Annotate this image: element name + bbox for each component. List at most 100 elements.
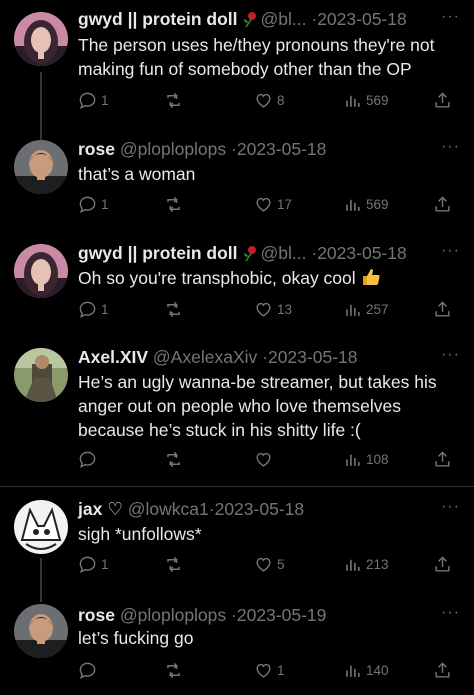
more-options-icon[interactable]: ··· <box>441 242 460 260</box>
avatar[interactable] <box>14 12 68 66</box>
share-icon <box>433 91 452 110</box>
reply-button[interactable] <box>78 658 101 682</box>
timestamp[interactable]: 2023-05-18 <box>317 9 407 29</box>
display-name[interactable]: gwyd || protein doll <box>78 9 238 29</box>
reply-icon <box>78 450 97 469</box>
display-name[interactable]: jax ♡ <box>78 499 123 519</box>
reply-button[interactable]: 1 <box>78 297 109 321</box>
views-button[interactable]: 140 <box>343 658 389 682</box>
tweet-actions: 1 140 <box>78 658 458 682</box>
tweet[interactable]: gwyd || protein doll @bl... ·2023-05-18 ·… <box>0 8 474 140</box>
handle[interactable]: @lowkca1 <box>128 499 209 519</box>
tweet[interactable]: rose @ploploplops ·2023-05-18 ··· that’s… <box>0 138 474 230</box>
like-button[interactable]: 13 <box>254 297 292 321</box>
views-icon <box>343 91 362 110</box>
thread-line <box>40 72 42 140</box>
handle[interactable]: @ploploplops <box>120 139 226 159</box>
tweet-actions: 1 5 213 <box>78 552 458 576</box>
retweet-button[interactable] <box>164 88 187 112</box>
like-count: 8 <box>277 92 285 108</box>
views-button[interactable]: 569 <box>343 192 389 216</box>
views-icon <box>343 300 362 319</box>
avatar[interactable] <box>14 244 68 298</box>
tweet[interactable]: rose @ploploplops ·2023-05-19 ··· let’s … <box>0 604 474 695</box>
more-options-icon[interactable]: ··· <box>441 346 460 364</box>
tweet-header: rose @ploploplops ·2023-05-19 <box>78 604 326 626</box>
like-icon <box>254 555 273 574</box>
tweet-header: rose @ploploplops ·2023-05-18 <box>78 138 326 160</box>
avatar[interactable] <box>14 604 68 658</box>
reply-button[interactable] <box>78 447 101 471</box>
like-button[interactable]: 1 <box>254 658 285 682</box>
like-icon <box>254 450 273 469</box>
like-button[interactable] <box>254 447 277 471</box>
like-button[interactable]: 17 <box>254 192 292 216</box>
display-name[interactable]: Axel.XIV <box>78 347 148 367</box>
tweet-header: gwyd || protein doll @bl... ·2023-05-18 <box>78 242 407 264</box>
share-icon <box>433 661 452 680</box>
share-icon <box>433 195 452 214</box>
avatar[interactable] <box>14 348 68 402</box>
retweet-icon <box>164 450 183 469</box>
tweet[interactable]: Axel.XIV @AxelexaXiv ·2023-05-18 ··· He’… <box>0 346 474 472</box>
retweet-button[interactable] <box>164 297 187 321</box>
timestamp[interactable]: 2023-05-18 <box>215 499 305 519</box>
avatar[interactable] <box>14 140 68 194</box>
views-button[interactable]: 108 <box>343 447 389 471</box>
like-icon <box>254 195 273 214</box>
views-icon <box>343 195 362 214</box>
tweet-header: Axel.XIV @AxelexaXiv ·2023-05-18 <box>78 346 358 368</box>
like-button[interactable]: 5 <box>254 552 285 576</box>
retweet-button[interactable] <box>164 447 187 471</box>
share-button[interactable] <box>433 658 452 682</box>
more-options-icon[interactable]: ··· <box>441 604 460 622</box>
tweet-text-container: Oh so you're transphobic, okay cool <box>78 266 463 290</box>
views-icon <box>343 555 362 574</box>
avatar[interactable] <box>14 500 68 554</box>
tweet-text: The person uses he/they pronouns they're… <box>78 35 435 79</box>
views-count: 140 <box>366 662 389 678</box>
handle[interactable]: @bl... <box>261 243 307 263</box>
timestamp[interactable]: 2023-05-18 <box>237 139 327 159</box>
share-button[interactable] <box>433 552 452 576</box>
handle[interactable]: @AxelexaXiv <box>153 347 257 367</box>
views-button[interactable]: 213 <box>343 552 389 576</box>
share-button[interactable] <box>433 297 452 321</box>
tweet-actions: 1 17 569 <box>78 192 458 216</box>
share-button[interactable] <box>433 447 452 471</box>
reply-button[interactable]: 1 <box>78 192 109 216</box>
display-name[interactable]: rose <box>78 139 115 159</box>
share-button[interactable] <box>433 88 452 112</box>
like-icon <box>254 300 273 319</box>
timestamp[interactable]: 2023-05-18 <box>317 243 407 263</box>
retweet-icon <box>164 195 183 214</box>
more-options-icon[interactable]: ··· <box>441 498 460 516</box>
thread-line <box>40 558 42 602</box>
tweet-text: that’s a woman <box>78 164 196 184</box>
share-button[interactable] <box>433 192 452 216</box>
tweet-text: Oh so you're transphobic, okay cool <box>78 268 356 288</box>
retweet-button[interactable] <box>164 658 187 682</box>
reply-button[interactable]: 1 <box>78 88 109 112</box>
tweet-text: He’s an ugly wanna-be streamer, but take… <box>78 372 437 440</box>
handle[interactable]: @ploploplops <box>120 605 226 625</box>
like-button[interactable]: 8 <box>254 88 285 112</box>
tweet-header: jax ♡ @lowkca1·2023-05-18 <box>78 498 304 520</box>
timestamp[interactable]: 2023-05-18 <box>268 347 358 367</box>
views-button[interactable]: 569 <box>343 88 389 112</box>
retweet-button[interactable] <box>164 552 187 576</box>
retweet-button[interactable] <box>164 192 187 216</box>
share-icon <box>433 300 452 319</box>
tweet[interactable]: gwyd || protein doll @bl... ·2023-05-18 ·… <box>0 242 474 336</box>
more-options-icon[interactable]: ··· <box>441 138 460 156</box>
display-name[interactable]: rose <box>78 605 115 625</box>
timestamp[interactable]: 2023-05-19 <box>237 605 327 625</box>
handle[interactable]: @bl... <box>261 9 307 29</box>
tweet[interactable]: jax ♡ @lowkca1·2023-05-18 ··· sigh *unfo… <box>0 498 474 602</box>
views-count: 257 <box>366 301 389 317</box>
more-options-icon[interactable]: ··· <box>441 8 460 26</box>
display-name[interactable]: gwyd || protein doll <box>78 243 238 263</box>
share-icon <box>433 555 452 574</box>
views-button[interactable]: 257 <box>343 297 389 321</box>
reply-button[interactable]: 1 <box>78 552 109 576</box>
